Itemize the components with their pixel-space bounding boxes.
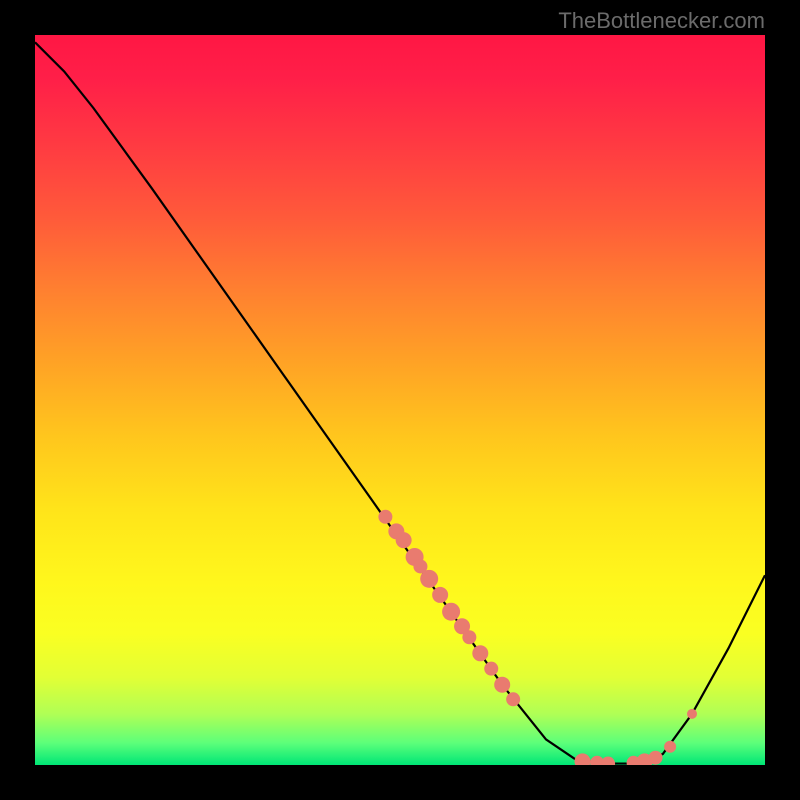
data-point [462,630,476,644]
data-point [472,645,488,661]
data-point [420,570,438,588]
chart-container: TheBottlenecker.com [0,0,800,800]
data-point [687,709,697,719]
data-point [442,603,460,621]
data-point [432,587,448,603]
watermark-text: TheBottlenecker.com [558,8,765,34]
data-point [664,741,676,753]
data-point [494,677,510,693]
chart-svg [35,35,765,765]
data-point [506,692,520,706]
data-point [378,510,392,524]
data-point [484,662,498,676]
gradient-bg [35,35,765,765]
data-point [396,532,412,548]
data-point [649,751,663,765]
